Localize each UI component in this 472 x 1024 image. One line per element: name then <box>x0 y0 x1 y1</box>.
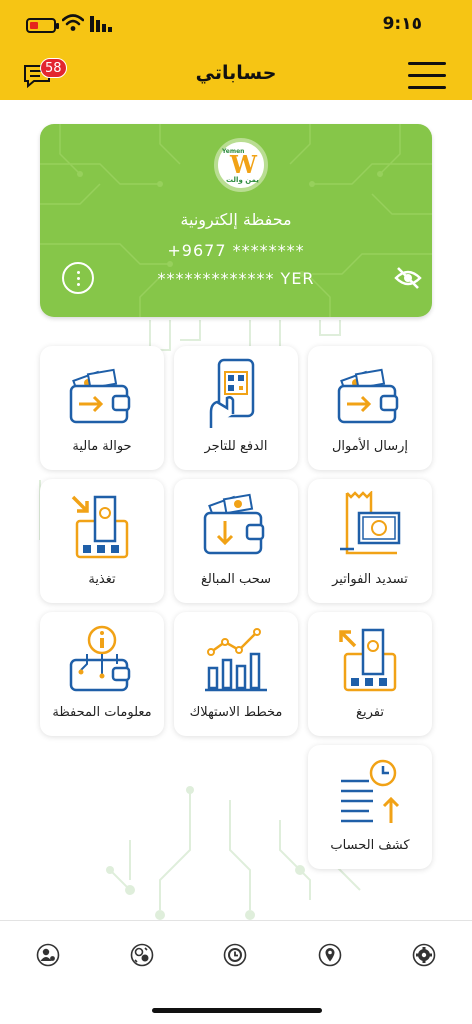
tile-label: إرسال الأموال <box>331 439 409 454</box>
currency-exchange-icon[interactable] <box>130 943 154 967</box>
menu-button[interactable] <box>408 62 446 90</box>
tile-label: كشف الحساب <box>330 838 410 853</box>
tile-top-up[interactable]: تغذية <box>40 479 164 603</box>
tile-bill-payment[interactable]: تسديد الفواتير <box>308 479 432 603</box>
wifi-icon <box>62 14 84 31</box>
hide-balance-icon[interactable] <box>394 266 422 290</box>
location-icon[interactable] <box>318 943 342 967</box>
money-transfer-icon <box>69 368 131 424</box>
tile-label: مخطط الاستهلاك <box>189 705 283 720</box>
tile-label: معلومات المحفظة <box>52 705 152 720</box>
tile-label: سحب المبالغ <box>200 572 272 587</box>
settings-icon[interactable] <box>412 943 436 967</box>
tile-label: الدفع للتاجر <box>204 439 268 454</box>
wallet-balance: ************* YER <box>157 269 315 288</box>
tile-withdraw[interactable]: سحب المبالغ <box>174 479 298 603</box>
wallet-info-icon <box>69 625 131 692</box>
tile-wallet-info[interactable]: معلومات المحفظة <box>40 612 164 736</box>
tile-money-transfer[interactable]: حوالة مالية <box>40 346 164 470</box>
more-options-button[interactable] <box>62 262 94 294</box>
wallet-phone: +9677 ******** <box>167 241 305 260</box>
battery-icon <box>26 18 59 33</box>
profile-icon[interactable] <box>36 943 60 967</box>
tile-send-money[interactable]: إرسال الأموال <box>308 346 432 470</box>
tile-usage-chart[interactable]: مخطط الاستهلاك <box>174 612 298 736</box>
tile-account-statement[interactable]: كشف الحساب <box>308 745 432 869</box>
status-time: 9:١٥ <box>382 14 422 34</box>
usage-chart-icon <box>205 628 267 692</box>
home-indicator <box>152 1008 322 1013</box>
signal-icon <box>90 16 112 32</box>
tile-label: حوالة مالية <box>72 439 132 454</box>
withdraw-icon <box>203 493 265 555</box>
status-bar: 9:١٥ <box>0 12 472 40</box>
history-icon[interactable] <box>223 943 247 967</box>
tile-label: تفريغ <box>356 705 384 720</box>
brand-logo: Yemen W يمن والت <box>214 138 268 192</box>
tile-merchant-pay[interactable]: الدفع للتاجر <box>174 346 298 470</box>
account-statement-icon <box>341 759 400 823</box>
wallet-type: محفظة إلكترونية <box>180 210 292 229</box>
tile-label: تغذية <box>88 572 116 587</box>
merchant-pay-icon <box>209 358 255 428</box>
wallet-card[interactable]: Yemen W يمن والت محفظة إلكترونية +9677 *… <box>40 124 432 317</box>
page-title: حساباتي <box>195 62 277 84</box>
send-money-icon <box>337 368 399 424</box>
bill-payment-icon <box>340 491 401 555</box>
tile-label: تسديد الفواتير <box>332 572 408 587</box>
tile-unload[interactable]: تفريغ <box>308 612 432 736</box>
top-up-icon <box>71 495 129 559</box>
unload-icon <box>339 628 397 692</box>
